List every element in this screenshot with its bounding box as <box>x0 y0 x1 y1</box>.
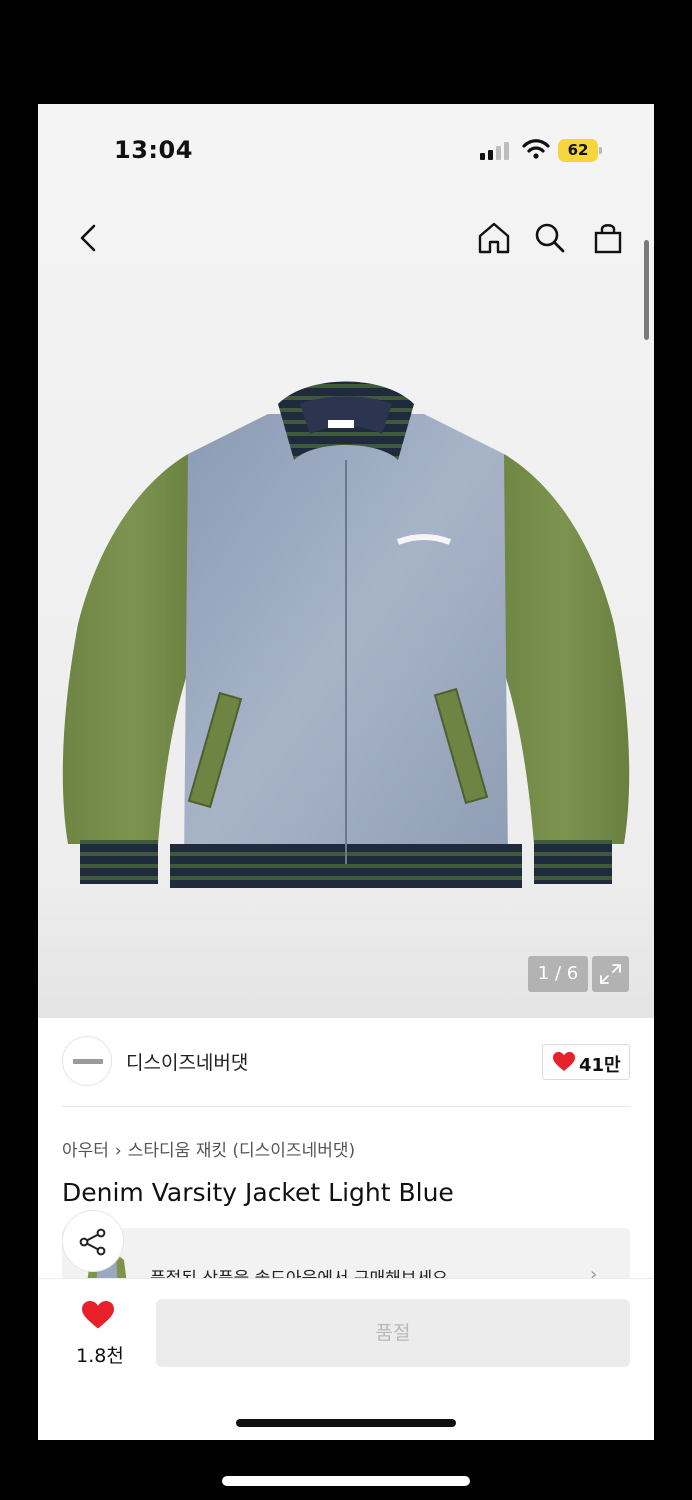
heart-icon <box>553 1052 575 1071</box>
scroll-indicator[interactable] <box>644 240 649 340</box>
battery-cap <box>599 147 602 154</box>
image-counter: 1 / 6 <box>528 956 588 992</box>
product-info-panel: 디스이즈네버댓 41만 아우터 › 스타디움 재킷 (디스이즈네버댓) Denim … <box>38 1018 654 1288</box>
share-icon <box>79 1228 106 1256</box>
breadcrumb-subcategory[interactable]: 스타디움 재킷 (디스이즈네버댓) <box>128 1141 355 1161</box>
wifi-icon <box>522 139 550 159</box>
brand-logo[interactable] <box>62 1036 112 1086</box>
battery-level: 62 <box>558 139 598 162</box>
product-title: Denim Varsity Jacket Light Blue <box>62 1178 454 1207</box>
brand-like-count: 41만 <box>579 1055 621 1076</box>
home-icon[interactable] <box>474 218 514 258</box>
signal-icon <box>480 142 509 160</box>
status-time: 13:04 <box>114 136 193 164</box>
breadcrumb: 아우터 › 스타디움 재킷 (디스이즈네버댓) <box>62 1136 355 1161</box>
breadcrumb-category[interactable]: 아우터 <box>62 1141 109 1161</box>
outer-home-indicator[interactable] <box>222 1476 470 1486</box>
brand-name[interactable]: 디스이즈네버댓 <box>126 1048 248 1075</box>
battery-icon: 62 <box>558 139 602 162</box>
divider <box>62 1106 630 1107</box>
share-button[interactable] <box>62 1210 124 1272</box>
shopping-bag-icon[interactable] <box>588 218 628 258</box>
status-bar: 13:04 62 <box>38 104 654 196</box>
app-screen: 13:04 62 1 / 6 디스이즈네버댓 41만 아우터 › 스타디움 재킷… <box>38 104 654 1440</box>
wishlist-button[interactable]: 1.8천 <box>62 1295 138 1379</box>
home-indicator[interactable] <box>236 1419 456 1427</box>
search-icon[interactable] <box>530 218 570 258</box>
expand-icon <box>600 964 621 984</box>
heart-icon <box>82 1301 114 1329</box>
chevron-right-icon: › <box>114 1141 122 1161</box>
expand-button[interactable] <box>592 956 629 992</box>
bottom-action-bar: 1.8천 품절 <box>38 1278 654 1440</box>
back-icon[interactable] <box>68 218 108 258</box>
brand-like-button[interactable]: 41만 <box>542 1044 630 1080</box>
soldout-button[interactable]: 품절 <box>156 1299 630 1367</box>
wishlist-count: 1.8천 <box>76 1345 124 1367</box>
brand-logo-mark <box>73 1059 103 1064</box>
